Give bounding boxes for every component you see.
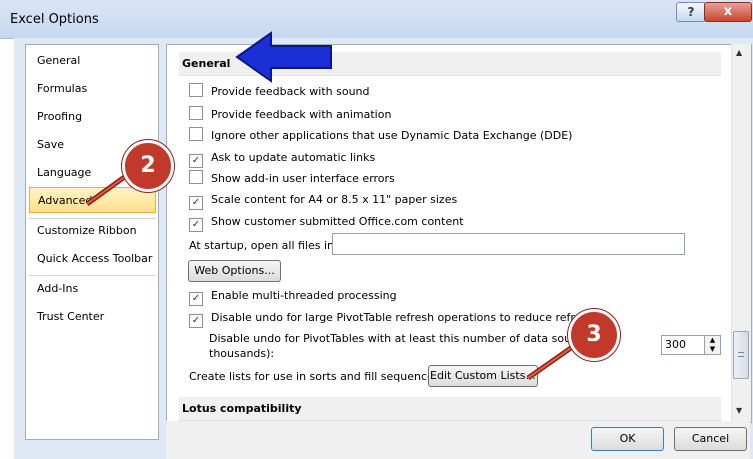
stepper-arrows-icon[interactable]: ▲ ▼ — [704, 336, 720, 354]
option-disable-undo-pivot[interactable]: ✓ Disable undo for large PivotTable refre… — [189, 309, 602, 328]
title-bar: Excel Options ? x — [0, 0, 753, 39]
checkbox-checked[interactable]: ✓ — [189, 154, 203, 168]
sidebar-item-label: Add-Ins — [37, 282, 79, 295]
sidebar-item-label: Proofing — [37, 110, 83, 123]
option-label: Provide feedback with animation — [211, 108, 392, 121]
sidebar-item-customize-ribbon[interactable]: Customize Ribbon — [29, 218, 156, 244]
startup-folder-input[interactable] — [332, 233, 685, 255]
undo-threshold-stepper[interactable]: 300 ▲ ▼ — [661, 335, 721, 355]
option-scale-content[interactable]: ✓ Scale content for A4 or 8.5 x 11" paper… — [189, 191, 458, 210]
help-button[interactable]: ? — [676, 2, 706, 22]
options-sidebar: General Formulas Proofing Save Language … — [25, 44, 159, 440]
scroll-up-arrow-icon[interactable]: ▲ — [736, 48, 742, 57]
sidebar-item-label: Save — [37, 138, 65, 151]
checkbox-checked[interactable]: ✓ — [189, 292, 203, 306]
sidebar-item-label: General — [37, 54, 81, 67]
sidebar-item-add-ins[interactable]: Add-Ins — [29, 276, 156, 302]
checkbox[interactable] — [189, 106, 203, 120]
option-label: Disable undo for large PivotTable refres… — [211, 311, 602, 324]
option-ignore-dde[interactable]: Ignore other applications that use Dynam… — [189, 127, 572, 145]
option-office-content[interactable]: ✓ Show customer submitted Office.com cont… — [189, 213, 464, 232]
close-button[interactable]: x — [704, 2, 752, 22]
option-label: Ask to update automatic links — [211, 151, 376, 164]
checkbox[interactable] — [189, 83, 203, 97]
checkbox[interactable] — [189, 127, 203, 141]
callout-number-2: 2 — [122, 140, 174, 192]
scroll-down-arrow-icon[interactable]: ▼ — [736, 406, 742, 415]
sidebar-item-formulas[interactable]: Formulas — [29, 76, 156, 102]
callout-number-3: 3 — [568, 309, 620, 361]
option-label: Show add-in user interface errors — [211, 172, 395, 185]
checkbox-checked[interactable]: ✓ — [189, 218, 203, 232]
sidebar-item-label: Trust Center — [37, 310, 105, 323]
option-addin-errors[interactable]: Show add-in user interface errors — [189, 170, 395, 188]
web-options-button[interactable]: Web Options... — [188, 260, 281, 282]
stepper-value: 300 — [665, 338, 686, 351]
option-label: Scale content for A4 or 8.5 x 11" paper … — [211, 193, 458, 206]
option-label: Show customer submitted Office.com conte… — [211, 215, 464, 228]
checkbox-checked[interactable]: ✓ — [189, 314, 203, 328]
checkbox[interactable] — [189, 170, 203, 184]
option-update-links[interactable]: ✓ Ask to update automatic links — [189, 149, 376, 168]
custom-lists-label: Create lists for use in sorts and fill s… — [189, 370, 444, 383]
option-label: Enable multi-threaded processing — [211, 289, 397, 302]
undo-threshold-label-line2: thousands): — [209, 347, 275, 360]
startup-label: At startup, open all files in: — [189, 239, 338, 252]
sidebar-item-trust-center[interactable]: Trust Center — [29, 304, 156, 330]
checkbox-checked[interactable]: ✓ — [189, 196, 203, 210]
sidebar-item-label: Customize Ribbon — [37, 224, 137, 237]
ok-button[interactable]: OK — [591, 427, 664, 451]
grip-icon — [738, 352, 744, 357]
sidebar-item-label: Quick Access Toolbar — [37, 252, 153, 265]
blue-pointer-arrow-icon — [235, 31, 332, 83]
sidebar-item-label: Formulas — [37, 82, 88, 95]
option-feedback-sound[interactable]: Provide feedback with sound — [189, 83, 370, 101]
sidebar-item-quick-access-toolbar[interactable]: Quick Access Toolbar — [29, 246, 156, 272]
cancel-button[interactable]: Cancel — [674, 427, 747, 451]
sidebar-item-general[interactable]: General — [29, 48, 156, 74]
dialog-footer: OK Cancel — [166, 421, 750, 459]
scroll-thumb[interactable] — [733, 331, 749, 379]
window-title: Excel Options — [10, 12, 99, 27]
option-label: Provide feedback with sound — [211, 85, 370, 98]
section-header-lotus: Lotus compatibility — [179, 397, 721, 421]
option-label: Ignore other applications that use Dynam… — [211, 129, 573, 142]
option-feedback-animation[interactable]: Provide feedback with animation — [189, 106, 391, 124]
option-multithreaded[interactable]: ✓ Enable multi-threaded processing — [189, 287, 397, 306]
sidebar-item-proofing[interactable]: Proofing — [29, 104, 156, 130]
vertical-scrollbar[interactable]: ▲ ▼ — [731, 44, 751, 421]
advanced-options-panel: General Provide feedback with sound Prov… — [166, 44, 752, 423]
